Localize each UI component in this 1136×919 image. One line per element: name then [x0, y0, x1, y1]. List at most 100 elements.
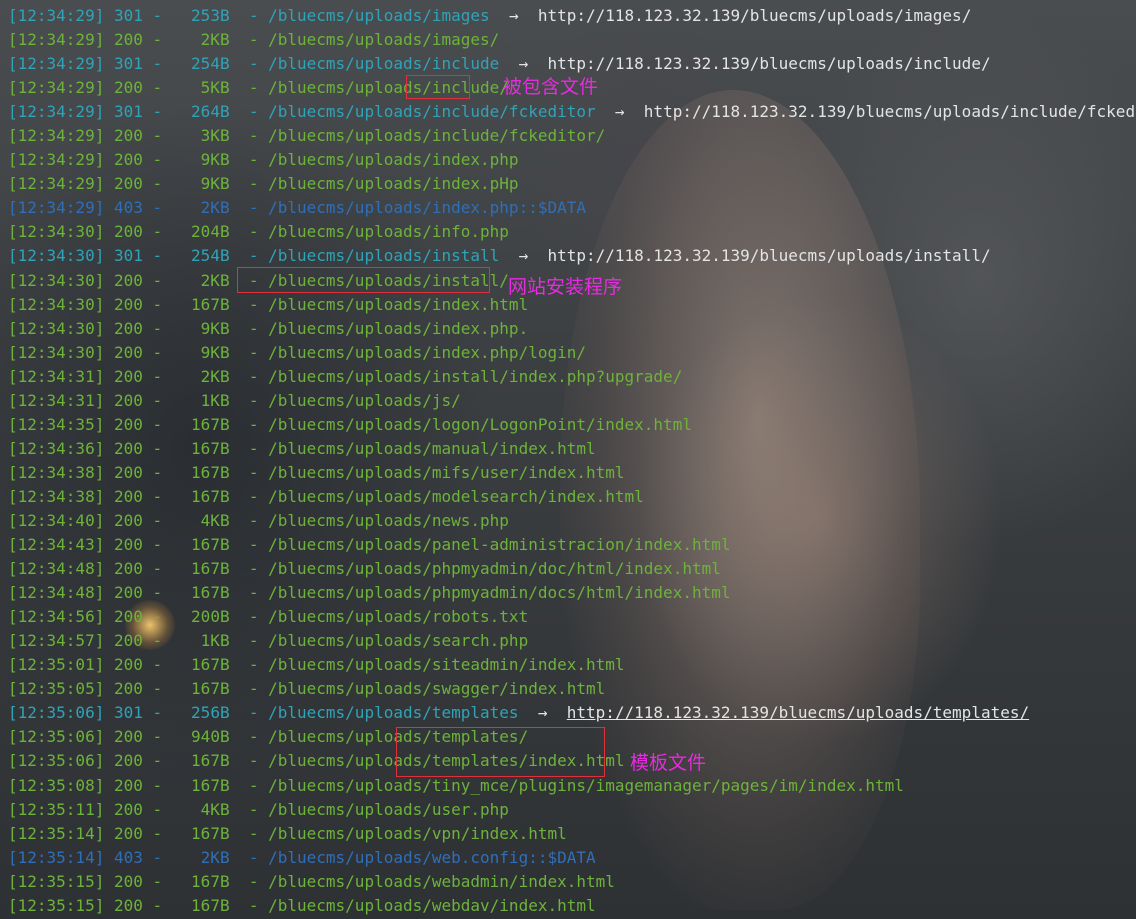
log-status: 403 [113, 198, 143, 218]
log-separator: - [229, 727, 269, 747]
log-line: [12:34:38] 200 - 167B - /bluecms/uploads… [0, 461, 1136, 485]
log-size: 1KB [200, 631, 230, 651]
log-separator: - [229, 222, 269, 242]
log-line: [12:34:29] 200 - 9KB - /bluecms/uploads/… [0, 148, 1136, 172]
log-size: 2KB [200, 30, 230, 50]
log-separator: - [229, 246, 269, 266]
log-time: [12:34:29] [8, 174, 105, 194]
log-time: [12:35:01] [8, 655, 105, 675]
redirect-arrow: → [499, 246, 548, 266]
redirect-url[interactable]: http://118.123.32.139/bluecms/uploads/in… [547, 54, 990, 73]
log-separator: - [229, 390, 269, 410]
log-separator: - [229, 631, 269, 651]
log-separator: - [142, 462, 163, 482]
log-size: 256B [191, 703, 230, 723]
log-status: 200 [113, 607, 143, 627]
log-size: 9KB [200, 174, 230, 194]
log-line: [12:34:43] 200 - 167B - /bluecms/uploads… [0, 533, 1136, 557]
log-path: /bluecms/uploads/images/ [268, 30, 500, 50]
log-time: [12:35:14] [8, 823, 105, 843]
log-separator: - [229, 679, 269, 699]
log-size: 254B [191, 246, 230, 266]
log-line: [12:34:30] 301 - 254B - /bluecms/uploads… [0, 244, 1136, 268]
log-separator: - [142, 583, 163, 603]
log-time: [12:35:15] [8, 871, 105, 891]
log-time: [12:34:29] [8, 54, 105, 74]
redirect-url[interactable]: http://118.123.32.139/bluecms/uploads/te… [567, 703, 1029, 722]
log-status: 200 [113, 751, 143, 771]
log-line: [12:35:05] 200 - 167B - /bluecms/uploads… [0, 677, 1136, 701]
log-line: [12:35:11] 200 - 4KB - /bluecms/uploads/… [0, 798, 1136, 822]
log-separator: - [229, 871, 269, 891]
redirect-url[interactable]: http://118.123.32.139/bluecms/uploads/im… [538, 6, 971, 25]
redirect-arrow: → [489, 6, 538, 25]
annotation-site-installer: 网站安装程序 [508, 276, 623, 298]
log-status: 200 [113, 294, 143, 314]
log-status: 403 [113, 847, 143, 867]
log-separator: - [229, 414, 269, 434]
log-separator: - [229, 126, 269, 146]
log-size: 167B [191, 583, 230, 603]
log-separator: - [229, 607, 269, 627]
log-separator: - [142, 342, 163, 362]
log-line: [12:34:30] 200 - 9KB - /bluecms/uploads/… [0, 341, 1136, 365]
log-time: [12:35:11] [8, 799, 105, 819]
log-status: 200 [113, 486, 143, 506]
log-size: 167B [191, 775, 230, 795]
log-separator: - [142, 30, 163, 50]
log-line: [12:34:29] 200 - 2KB - /bluecms/uploads/… [0, 28, 1136, 52]
log-size: 4KB [200, 799, 230, 819]
log-separator: - [142, 895, 163, 915]
log-status: 200 [113, 679, 143, 699]
log-separator: - [142, 150, 163, 170]
log-line: [12:34:38] 200 - 167B - /bluecms/uploads… [0, 485, 1136, 509]
log-size: 2KB [200, 198, 230, 218]
log-path: /bluecms/uploads/swagger/index.html [268, 679, 606, 699]
redirect-url[interactable]: http://118.123.32.139/bluecms/uploads/in… [644, 102, 1136, 121]
log-path: /bluecms/uploads/install [268, 246, 500, 266]
redirect-url[interactable]: http://118.123.32.139/bluecms/uploads/in… [547, 246, 990, 265]
log-status: 200 [113, 30, 143, 50]
log-time: [12:34:30] [8, 222, 105, 242]
log-line: [12:34:56] 200 - 200B - /bluecms/uploads… [0, 605, 1136, 629]
log-size: 167B [191, 462, 230, 482]
log-time: [12:34:38] [8, 486, 105, 506]
log-path: /bluecms/uploads/webadmin/index.html [268, 871, 615, 891]
terminal-output[interactable]: [12:34:29] 301 - 253B - /bluecms/uploads… [0, 4, 1136, 918]
log-line: [12:34:35] 200 - 167B - /bluecms/uploads… [0, 413, 1136, 437]
log-path: /bluecms/uploads/phpmyadmin/docs/html/in… [268, 583, 731, 603]
log-status: 200 [113, 895, 143, 915]
log-status: 200 [113, 799, 143, 819]
log-separator: - [229, 510, 269, 530]
log-separator: - [142, 414, 163, 434]
log-separator: - [229, 318, 269, 338]
